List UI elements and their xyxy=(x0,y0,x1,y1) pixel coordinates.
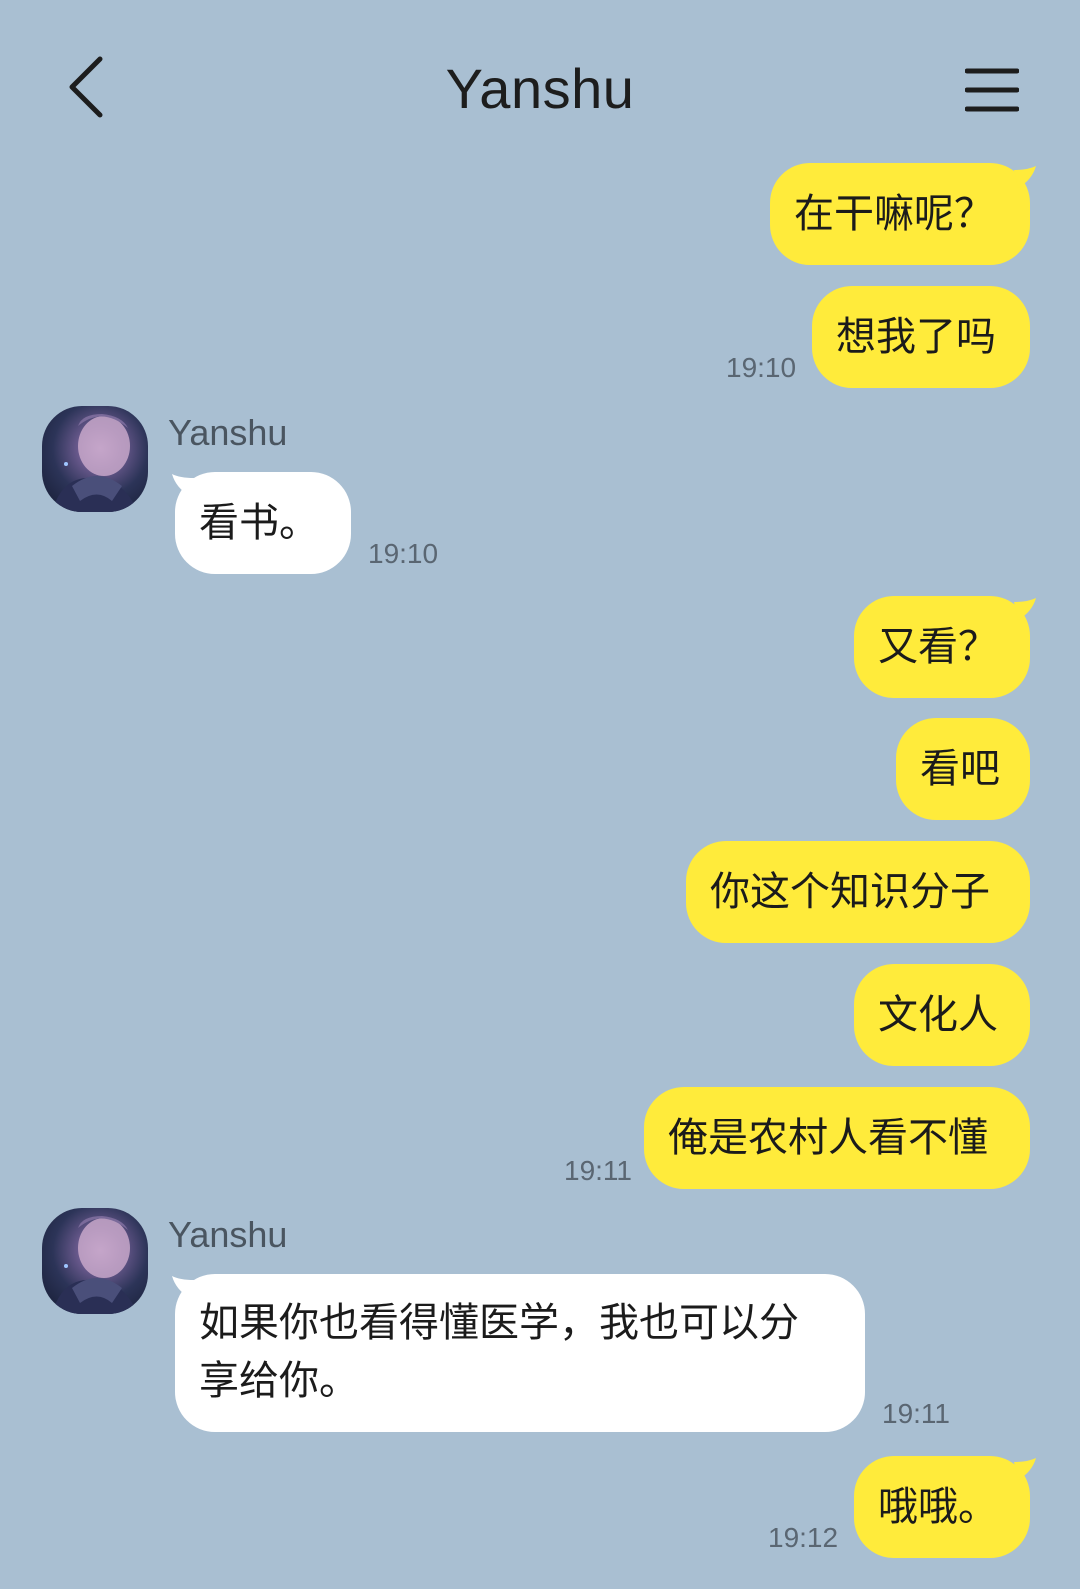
bubble-tail xyxy=(172,474,194,496)
message-bubble-outgoing[interactable]: 你这个知识分子 xyxy=(686,841,1030,943)
message-time: 19:11 xyxy=(882,1398,950,1429)
message-time: 19:11 xyxy=(564,1155,632,1186)
message-bubble-outgoing[interactable]: 想我了吗 xyxy=(812,286,1030,388)
contact-avatar[interactable] xyxy=(42,406,148,512)
contact-avatar[interactable] xyxy=(42,1208,148,1314)
sender-name: Yanshu xyxy=(168,412,288,453)
bubble-tail xyxy=(1014,166,1036,188)
bubble-tail xyxy=(1014,598,1036,620)
message-text: 又看？ xyxy=(878,624,998,670)
message-text: 看书。 xyxy=(199,500,319,546)
message-bubble-incoming[interactable]: 如果你也看得懂医学，我也可以分 享给你。 xyxy=(175,1274,865,1432)
bubble-tail xyxy=(1014,1458,1036,1480)
message-text-line: 享给你。 xyxy=(199,1358,359,1404)
hamburger-menu-icon xyxy=(965,68,1019,112)
message-bubble-outgoing[interactable]: 在干嘛呢？ xyxy=(770,163,1030,265)
message-text: 想我了吗 xyxy=(836,314,996,360)
message-text: 在干嘛呢？ xyxy=(794,191,994,237)
message-bubble-incoming[interactable]: 看书。 xyxy=(175,472,351,574)
avatar-portrait-icon xyxy=(52,1216,138,1314)
bubble-tail xyxy=(172,1276,194,1298)
avatar-portrait-icon xyxy=(52,414,138,512)
message-bubble-outgoing[interactable]: 看吧 xyxy=(896,718,1030,820)
message-text: 看吧 xyxy=(920,746,1000,792)
menu-button[interactable] xyxy=(962,60,1022,120)
sender-name: Yanshu xyxy=(168,1214,288,1255)
message-bubble-outgoing[interactable]: 又看？ xyxy=(854,596,1030,698)
message-bubble-outgoing[interactable]: 文化人 xyxy=(854,964,1030,1066)
message-time: 19:10 xyxy=(726,352,797,383)
message-bubble-outgoing[interactable]: 哦哦。 xyxy=(854,1456,1030,1558)
message-time: 19:12 xyxy=(768,1522,839,1553)
message-bubble-outgoing[interactable]: 俺是农村人看不懂 xyxy=(644,1087,1030,1189)
chat-header: Yanshu xyxy=(0,0,1080,180)
message-time: 19:10 xyxy=(368,538,439,569)
message-text: 哦哦。 xyxy=(878,1484,998,1530)
message-text: 文化人 xyxy=(878,992,998,1038)
message-text: 俺是农村人看不懂 xyxy=(668,1115,988,1161)
message-text: 你这个知识分子 xyxy=(710,869,990,915)
chat-title: Yanshu xyxy=(445,57,635,120)
message-text-line: 如果你也看得懂医学，我也可以分 xyxy=(199,1300,799,1346)
